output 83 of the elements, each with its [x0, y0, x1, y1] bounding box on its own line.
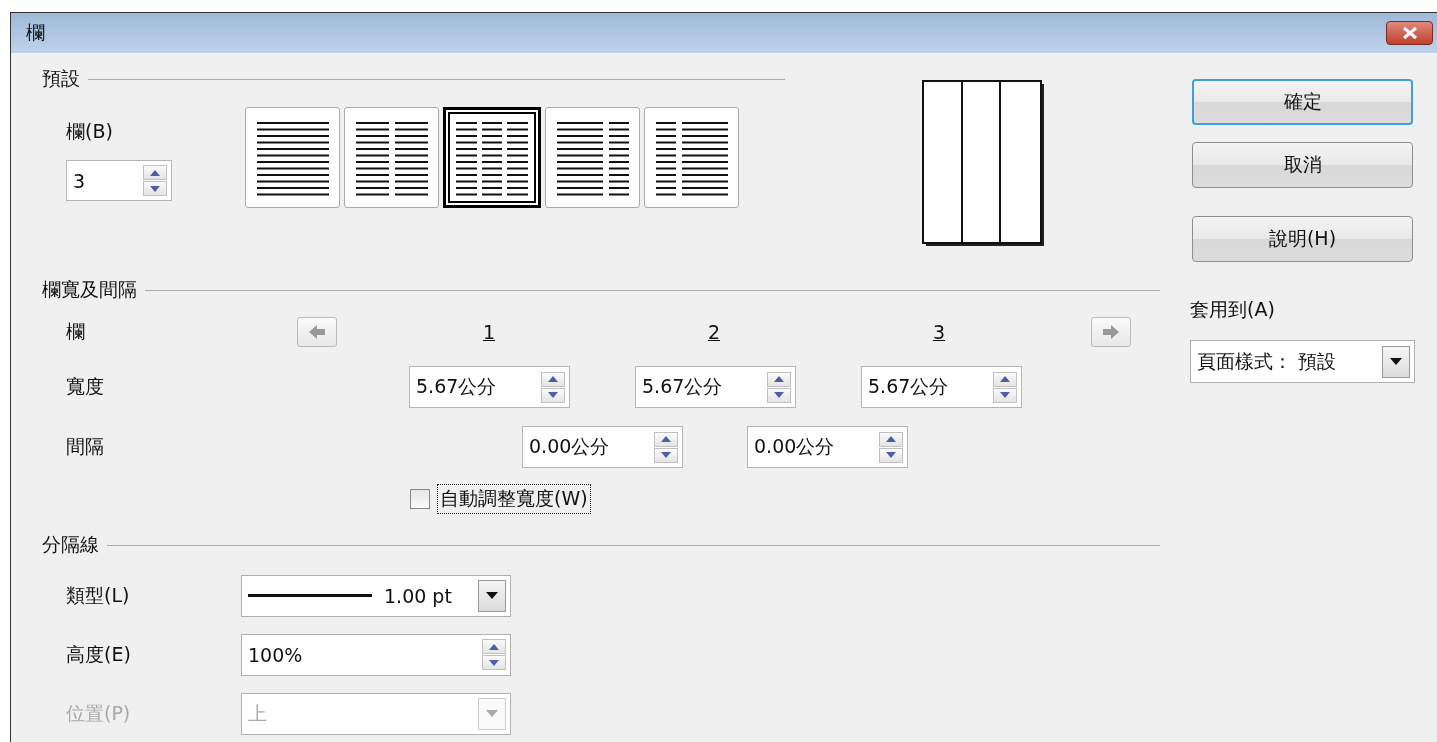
down-caret-icon: [486, 592, 498, 599]
layout-option[interactable]: [644, 107, 739, 208]
down-arrow-icon: [886, 452, 896, 458]
dialog-button[interactable]: 說明(H): [1192, 216, 1413, 262]
down-arrow-icon: [774, 392, 784, 398]
autofit-checkbox[interactable]: [410, 489, 430, 509]
value-input[interactable]: 5.67公分: [862, 376, 993, 398]
columns-label: 欄(B): [66, 119, 114, 144]
apply-to-dropdown[interactable]: 頁面樣式： 預設: [1190, 340, 1415, 383]
down-caret-icon: [1390, 358, 1402, 365]
dropdown-button[interactable]: [1382, 345, 1410, 378]
value-input[interactable]: 0.00公分: [523, 436, 654, 458]
layout-option[interactable]: [443, 107, 541, 208]
value-input[interactable]: 5.67公分: [636, 376, 767, 398]
up-arrow-icon: [548, 376, 558, 382]
column-label: 欄: [66, 319, 86, 344]
down-arrow-icon: [1000, 392, 1010, 398]
value-input[interactable]: 100%: [242, 643, 482, 666]
close-button[interactable]: [1386, 21, 1433, 45]
spacing-label: 間隔: [66, 434, 105, 459]
dialog-button[interactable]: 取消: [1192, 142, 1413, 188]
up-arrow-icon: [489, 643, 499, 650]
width-spin-field[interactable]: 5.67公分: [861, 366, 1022, 408]
spin-down-button[interactable]: [767, 387, 791, 403]
next-button[interactable]: [1091, 317, 1131, 347]
spin-up-button[interactable]: [143, 165, 167, 180]
width-label: 寬度: [66, 374, 105, 399]
value-input[interactable]: 3: [67, 169, 143, 192]
width-spin-field[interactable]: 5.67公分: [409, 366, 570, 408]
spin-down-button[interactable]: [993, 387, 1017, 403]
dropdown-value: 頁面樣式： 預設: [1196, 348, 1338, 374]
up-arrow-icon: [661, 436, 671, 442]
spacing-spin-field[interactable]: 0.00公分: [747, 426, 908, 468]
spin-up-button[interactable]: [767, 371, 791, 387]
up-arrow-icon: [150, 169, 160, 176]
field-label: 高度(E): [66, 641, 132, 667]
line-sample-icon: [248, 593, 372, 598]
column-number: 2: [706, 321, 722, 343]
spin-down-button[interactable]: [143, 181, 167, 196]
column-number: 3: [931, 321, 947, 343]
up-arrow-icon: [1000, 376, 1010, 382]
spin-up-button[interactable]: [541, 371, 565, 387]
spin-up-button[interactable]: [654, 431, 678, 447]
field-label: 位置(P): [66, 700, 132, 726]
layout-option[interactable]: [344, 107, 439, 208]
width-spin-field[interactable]: 5.67公分: [635, 366, 796, 408]
window-title: 欄: [26, 20, 45, 45]
line-style-dropdown[interactable]: 1.00 pt: [241, 574, 511, 617]
spacing-spin-field[interactable]: 0.00公分: [522, 426, 683, 468]
spin-down-button[interactable]: [879, 447, 903, 463]
autofit-label[interactable]: 自動調整寬度(W): [437, 484, 591, 514]
down-arrow-icon: [548, 392, 558, 398]
section-heading: 分隔線: [42, 532, 99, 557]
spin-down-button[interactable]: [482, 655, 506, 670]
value-input[interactable]: 0.00公分: [748, 436, 879, 458]
dialog-button[interactable]: 確定: [1192, 79, 1413, 125]
spin-down-button[interactable]: [541, 387, 565, 403]
apply-to-label: 套用到(A): [1190, 297, 1276, 322]
left-arrow-icon: [308, 324, 326, 340]
layout-option[interactable]: [545, 107, 640, 208]
right-arrow-icon: [1102, 324, 1120, 340]
line-width-value: 1.00 pt: [384, 584, 453, 607]
layout-option[interactable]: [245, 107, 340, 208]
column-number: 1: [481, 321, 497, 343]
previous-button[interactable]: [297, 317, 337, 347]
spin-up-button[interactable]: [879, 431, 903, 447]
spin-down-button[interactable]: [654, 447, 678, 463]
spin-up-button[interactable]: [482, 639, 506, 654]
spin-up-button[interactable]: [993, 371, 1017, 387]
down-arrow-icon: [150, 185, 160, 192]
height-spin-field[interactable]: 100%: [241, 633, 511, 676]
dropdown-value: 上: [247, 700, 268, 726]
section-heading: 預設: [42, 66, 80, 91]
section-heading: 欄寬及間隔: [42, 277, 137, 302]
value-input[interactable]: 5.67公分: [410, 376, 541, 398]
up-arrow-icon: [886, 436, 896, 442]
up-arrow-icon: [774, 376, 784, 382]
down-caret-icon: [486, 710, 498, 717]
down-arrow-icon: [489, 659, 499, 666]
dropdown-button[interactable]: [478, 579, 506, 612]
down-arrow-icon: [661, 452, 671, 458]
columns-spin-field[interactable]: 3: [66, 160, 172, 201]
field-label: 類型(L): [66, 582, 131, 608]
